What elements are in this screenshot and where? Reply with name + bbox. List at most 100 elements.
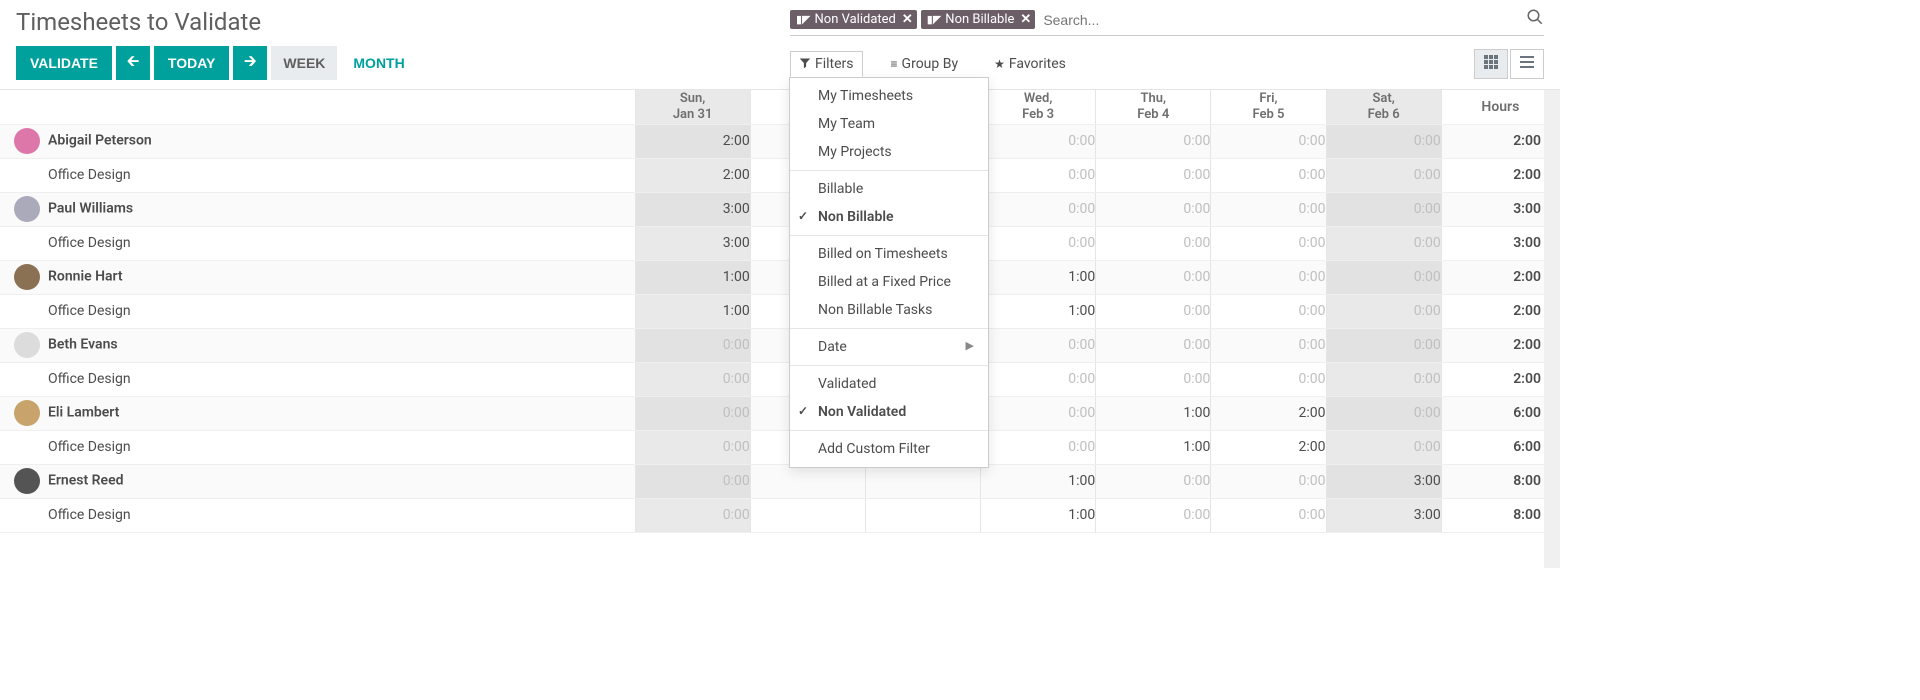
filter-menu-item[interactable]: Validated bbox=[790, 370, 988, 398]
time-cell[interactable]: 0:00 bbox=[1211, 158, 1326, 192]
search-facet-non-billable[interactable]: ▮◤ Non Billable ✕ bbox=[921, 10, 1036, 29]
time-cell[interactable] bbox=[865, 498, 980, 532]
time-cell[interactable]: 1:00 bbox=[981, 464, 1096, 498]
employee-name-cell[interactable]: Beth Evans bbox=[0, 328, 635, 362]
time-cell[interactable]: 0:00 bbox=[1096, 192, 1211, 226]
project-name-cell[interactable]: Office Design bbox=[0, 430, 635, 464]
filter-menu-item[interactable]: Date▶ bbox=[790, 333, 988, 361]
time-cell[interactable]: 0:00 bbox=[1326, 260, 1441, 294]
time-cell[interactable]: 0:00 bbox=[1211, 226, 1326, 260]
time-cell[interactable]: 0:00 bbox=[1096, 158, 1211, 192]
filter-menu-item[interactable]: Billable bbox=[790, 175, 988, 203]
filter-menu-item[interactable]: Billed on Timesheets bbox=[790, 240, 988, 268]
time-cell[interactable]: 0:00 bbox=[981, 362, 1096, 396]
employee-name-cell[interactable]: Paul Williams bbox=[0, 192, 635, 226]
filter-menu-item[interactable]: My Projects bbox=[790, 138, 988, 166]
project-name-cell[interactable]: Office Design bbox=[0, 294, 635, 328]
time-cell[interactable]: 3:00 bbox=[635, 226, 750, 260]
employee-name-cell[interactable]: Eli Lambert bbox=[0, 396, 635, 430]
grid-view-button[interactable] bbox=[1474, 49, 1508, 79]
filter-menu-item[interactable]: Non Billable bbox=[790, 203, 988, 231]
time-cell[interactable]: 0:00 bbox=[635, 396, 750, 430]
time-cell[interactable]: 1:00 bbox=[635, 294, 750, 328]
time-cell[interactable]: 0:00 bbox=[1096, 226, 1211, 260]
remove-facet-button[interactable]: ✕ bbox=[1020, 12, 1031, 27]
time-cell[interactable]: 2:00 bbox=[635, 158, 750, 192]
time-cell[interactable]: 0:00 bbox=[1096, 464, 1211, 498]
time-cell[interactable]: 0:00 bbox=[635, 498, 750, 532]
time-cell[interactable]: 1:00 bbox=[1096, 396, 1211, 430]
search-facet-non-validated[interactable]: ▮◤ Non Validated ✕ bbox=[790, 10, 917, 29]
time-cell[interactable]: 0:00 bbox=[1326, 192, 1441, 226]
time-cell[interactable]: 0:00 bbox=[1096, 124, 1211, 158]
time-cell[interactable]: 3:00 bbox=[1326, 498, 1441, 532]
filter-menu-item[interactable]: My Timesheets bbox=[790, 82, 988, 110]
filter-menu-item[interactable]: Billed at a Fixed Price bbox=[790, 268, 988, 296]
time-cell[interactable]: 0:00 bbox=[1211, 192, 1326, 226]
project-name-cell[interactable]: Office Design bbox=[0, 362, 635, 396]
time-cell[interactable]: 0:00 bbox=[981, 158, 1096, 192]
today-button[interactable]: TODAY bbox=[154, 46, 229, 80]
filter-menu-item[interactable]: Non Billable Tasks bbox=[790, 296, 988, 324]
time-cell[interactable] bbox=[750, 464, 865, 498]
time-cell[interactable]: 0:00 bbox=[1211, 260, 1326, 294]
time-cell[interactable]: 0:00 bbox=[1326, 226, 1441, 260]
time-cell[interactable]: 2:00 bbox=[1211, 430, 1326, 464]
employee-name-cell[interactable]: Abigail Peterson bbox=[0, 124, 635, 158]
time-cell[interactable]: 0:00 bbox=[1096, 328, 1211, 362]
time-cell[interactable]: 0:00 bbox=[635, 464, 750, 498]
time-cell[interactable]: 3:00 bbox=[1326, 464, 1441, 498]
time-cell[interactable]: 0:00 bbox=[981, 328, 1096, 362]
time-cell[interactable]: 1:00 bbox=[981, 294, 1096, 328]
time-cell[interactable]: 3:00 bbox=[635, 192, 750, 226]
project-name-cell[interactable]: Office Design bbox=[0, 226, 635, 260]
time-cell[interactable]: 0:00 bbox=[1326, 124, 1441, 158]
time-cell[interactable]: 0:00 bbox=[1326, 396, 1441, 430]
validate-button[interactable]: VALIDATE bbox=[16, 46, 112, 80]
time-cell[interactable]: 1:00 bbox=[1096, 430, 1211, 464]
time-cell[interactable]: 0:00 bbox=[981, 124, 1096, 158]
time-cell[interactable]: 0:00 bbox=[981, 396, 1096, 430]
search-icon[interactable] bbox=[1526, 8, 1544, 31]
scale-week-button[interactable]: WEEK bbox=[271, 46, 337, 80]
time-cell[interactable]: 0:00 bbox=[1211, 124, 1326, 158]
employee-name-cell[interactable]: Ronnie Hart bbox=[0, 260, 635, 294]
remove-facet-button[interactable]: ✕ bbox=[902, 12, 913, 27]
time-cell[interactable]: 0:00 bbox=[1326, 430, 1441, 464]
scrollbar[interactable] bbox=[1544, 90, 1560, 568]
time-cell[interactable]: 0:00 bbox=[1096, 498, 1211, 532]
time-cell[interactable]: 0:00 bbox=[1211, 328, 1326, 362]
prev-period-button[interactable]: 🡰 bbox=[116, 46, 150, 80]
filter-menu-item[interactable]: Add Custom Filter bbox=[790, 435, 988, 463]
employee-name-cell[interactable]: Ernest Reed bbox=[0, 464, 635, 498]
time-cell[interactable]: 0:00 bbox=[1326, 158, 1441, 192]
time-cell[interactable]: 0:00 bbox=[1326, 294, 1441, 328]
time-cell[interactable]: 0:00 bbox=[1096, 362, 1211, 396]
favorites-button[interactable]: ★ Favorites bbox=[986, 52, 1074, 76]
time-cell[interactable] bbox=[750, 498, 865, 532]
time-cell[interactable] bbox=[865, 464, 980, 498]
time-cell[interactable]: 0:00 bbox=[981, 192, 1096, 226]
time-cell[interactable]: 0:00 bbox=[635, 362, 750, 396]
time-cell[interactable]: 0:00 bbox=[1211, 464, 1326, 498]
time-cell[interactable]: 0:00 bbox=[981, 226, 1096, 260]
filter-menu-item[interactable]: Non Validated bbox=[790, 398, 988, 426]
filter-menu-item[interactable]: My Team bbox=[790, 110, 988, 138]
time-cell[interactable]: 2:00 bbox=[1211, 396, 1326, 430]
time-cell[interactable]: 0:00 bbox=[1326, 362, 1441, 396]
time-cell[interactable]: 0:00 bbox=[1211, 294, 1326, 328]
scale-month-button[interactable]: MONTH bbox=[341, 46, 416, 80]
next-period-button[interactable]: 🡲 bbox=[233, 46, 267, 80]
time-cell[interactable]: 1:00 bbox=[635, 260, 750, 294]
groupby-button[interactable]: ≡ Group By bbox=[883, 52, 967, 76]
list-view-button[interactable] bbox=[1510, 49, 1544, 79]
search-input[interactable] bbox=[1039, 10, 1526, 30]
time-cell[interactable]: 0:00 bbox=[635, 328, 750, 362]
time-cell[interactable]: 1:00 bbox=[981, 498, 1096, 532]
time-cell[interactable]: 0:00 bbox=[981, 430, 1096, 464]
filters-button[interactable]: Filters bbox=[790, 51, 863, 77]
time-cell[interactable]: 0:00 bbox=[1096, 294, 1211, 328]
time-cell[interactable]: 0:00 bbox=[1326, 328, 1441, 362]
project-name-cell[interactable]: Office Design bbox=[0, 498, 635, 532]
time-cell[interactable]: 0:00 bbox=[1211, 362, 1326, 396]
